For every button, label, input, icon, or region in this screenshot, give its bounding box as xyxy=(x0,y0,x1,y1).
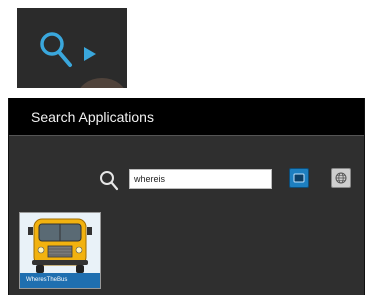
app-result-name: WheresTheBus xyxy=(20,273,100,288)
dialog-title: Search Applications xyxy=(9,98,364,136)
school-bus-icon xyxy=(20,213,100,275)
app-result-tile[interactable]: WheresTheBus xyxy=(19,212,101,289)
device-apps-button[interactable] xyxy=(289,168,309,188)
play-arrow-icon[interactable] xyxy=(83,46,97,62)
device-screen-icon xyxy=(293,173,305,182)
top-icon-tile xyxy=(17,8,127,88)
globe-icon xyxy=(335,172,347,184)
search-icon xyxy=(100,171,119,191)
web-apps-button[interactable] xyxy=(331,168,351,188)
search-icon[interactable] xyxy=(39,31,75,69)
search-input[interactable] xyxy=(129,169,272,189)
background-blob xyxy=(77,78,127,88)
search-applications-dialog: Search Applications whereis WheresTheBus xyxy=(8,98,365,295)
search-row xyxy=(9,168,364,194)
